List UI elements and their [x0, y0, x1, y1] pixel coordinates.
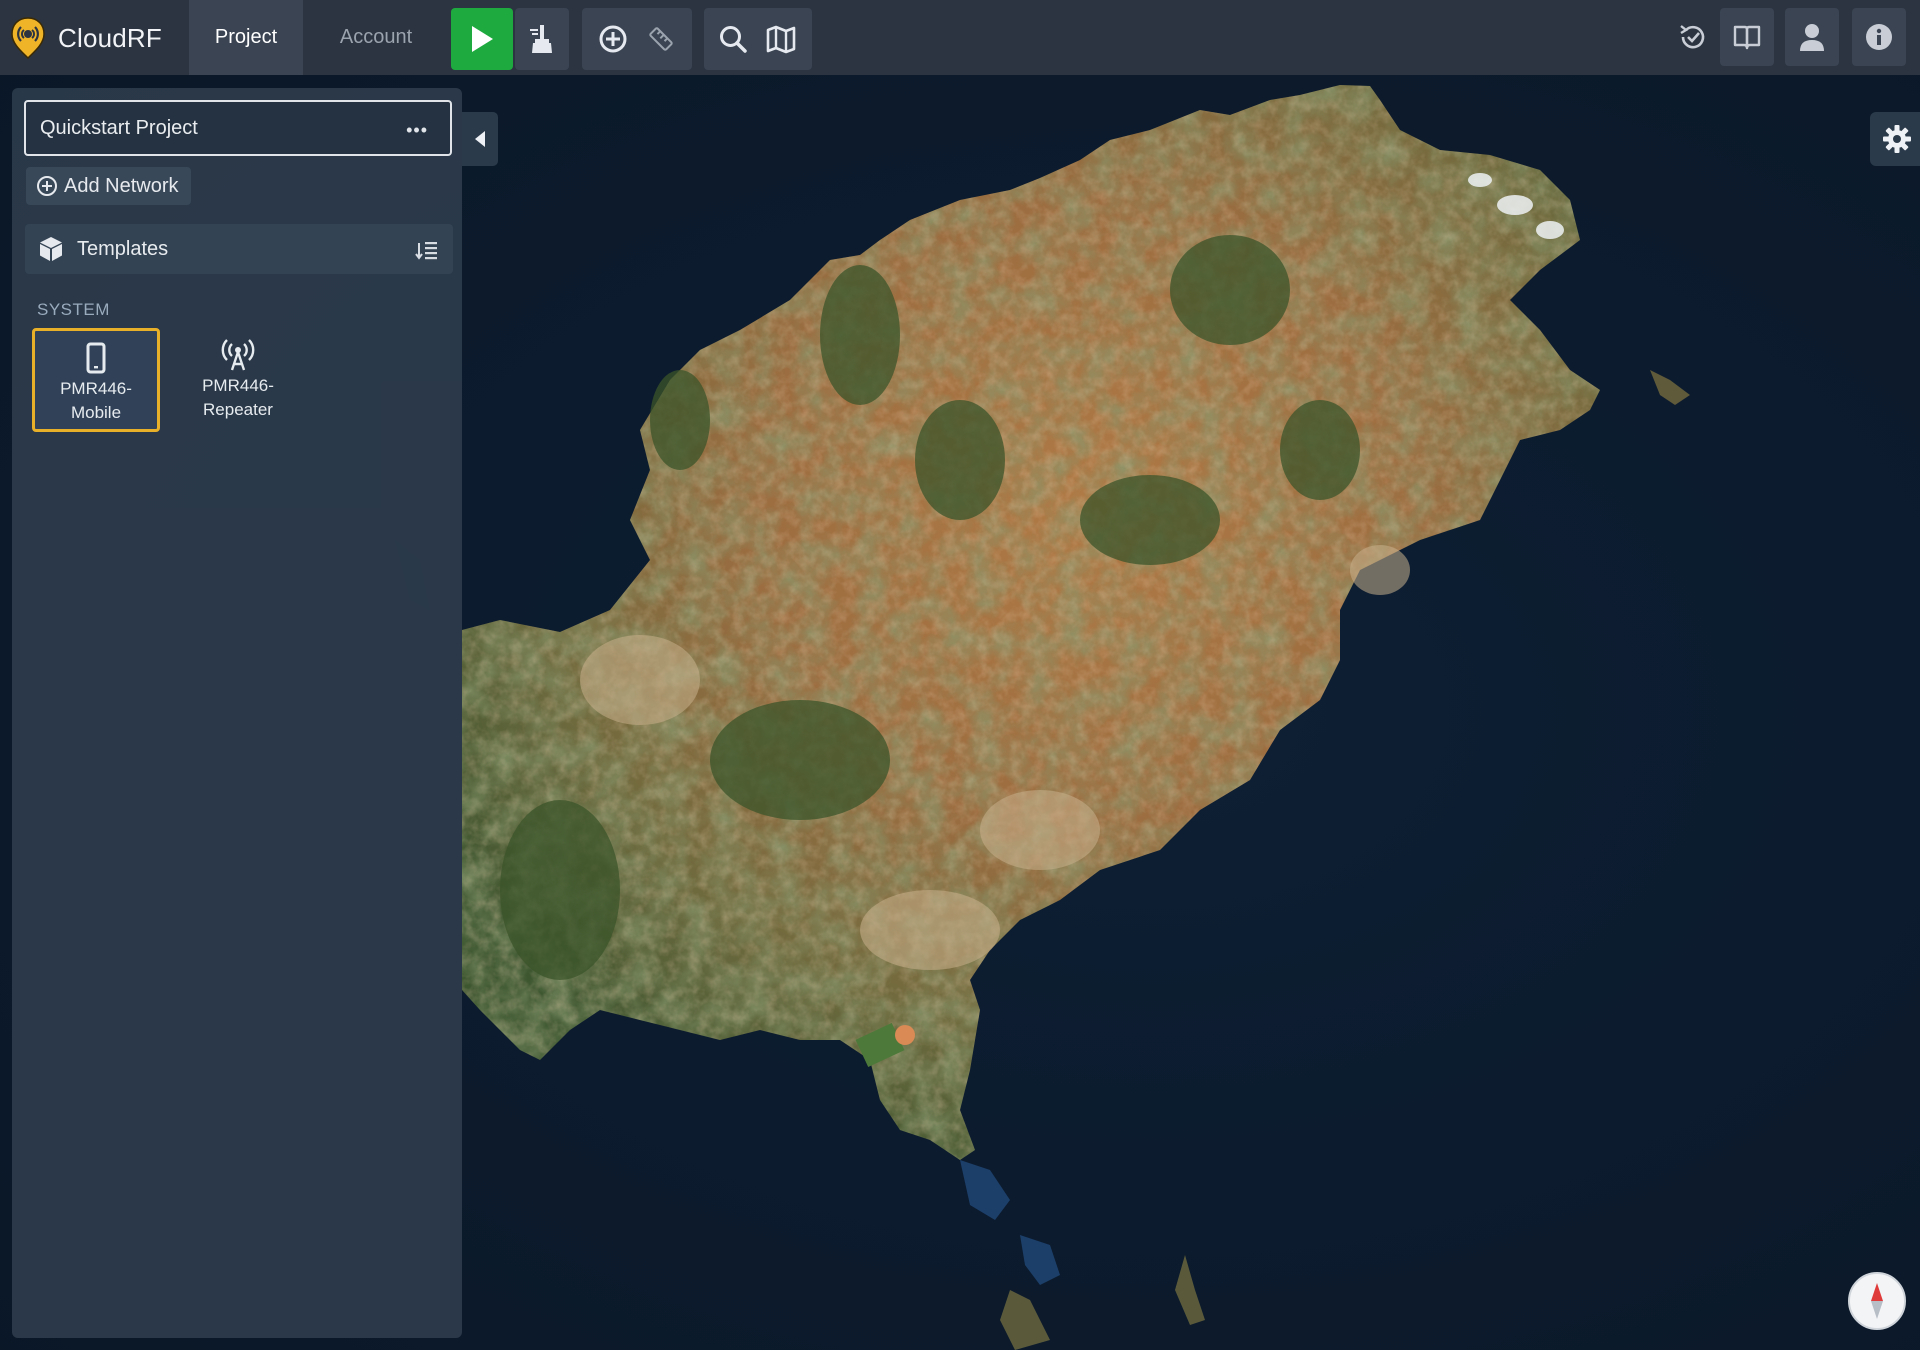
cloudrf-logo-icon — [11, 17, 45, 60]
play-icon — [472, 26, 493, 52]
tab-account[interactable]: Account — [305, 0, 447, 75]
map-layers-button[interactable] — [758, 8, 804, 70]
template-label: PMR446-Repeater — [202, 376, 274, 419]
top-toolbar: CloudRF Project Account — [0, 0, 1920, 75]
search-icon — [720, 26, 747, 53]
history-icon — [1680, 25, 1705, 49]
add-measure-group — [582, 8, 692, 70]
gear-icon — [1883, 125, 1911, 153]
ellipsis-icon[interactable]: ••• — [406, 120, 428, 141]
broadcast-tower-icon — [221, 339, 255, 371]
tab-account-label: Account — [339, 26, 413, 48]
tab-project-label: Project — [214, 26, 278, 48]
run-button[interactable] — [451, 8, 513, 70]
add-site-button[interactable] — [590, 8, 636, 70]
docs-button[interactable] — [1720, 8, 1774, 66]
app-name: CloudRF — [58, 22, 162, 53]
tab-project[interactable]: Project — [189, 0, 303, 75]
brand[interactable]: CloudRF — [10, 17, 162, 60]
templates-label: Templates — [77, 237, 169, 260]
compass-icon — [1871, 1283, 1883, 1319]
info-icon — [1866, 24, 1892, 50]
template-pmr446-repeater[interactable]: PMR446-Repeater — [174, 328, 302, 432]
clear-button[interactable] — [515, 8, 569, 70]
add-network-button[interactable]: Add Network — [26, 167, 191, 205]
project-title: Quickstart Project — [40, 116, 198, 139]
info-button[interactable] — [1852, 8, 1906, 66]
sort-icon[interactable] — [415, 239, 439, 261]
caret-left-icon — [475, 131, 485, 147]
measure-button[interactable] — [638, 8, 684, 70]
mobile-phone-icon — [86, 342, 106, 374]
plus-circle-icon — [599, 25, 627, 53]
user-account-button[interactable] — [1785, 8, 1839, 66]
section-label-system: SYSTEM — [37, 300, 110, 319]
template-label: PMR446-Mobile — [60, 379, 132, 422]
broom-icon — [530, 25, 552, 53]
search-map-group — [704, 8, 812, 70]
add-network-label: Add Network — [64, 174, 179, 197]
collapse-sidebar-button[interactable] — [462, 112, 498, 166]
search-button[interactable] — [710, 8, 756, 70]
template-pmr446-mobile[interactable]: PMR446-Mobile — [32, 328, 160, 432]
map-icon — [766, 25, 796, 54]
map-settings-button[interactable] — [1870, 112, 1920, 166]
ruler-icon — [649, 27, 673, 51]
cube-icon — [40, 237, 62, 261]
history-button[interactable] — [1666, 8, 1720, 66]
user-icon — [1800, 24, 1824, 51]
project-sidebar: Quickstart Project ••• Add Network Templ… — [12, 88, 462, 1338]
templates-header[interactable]: Templates — [25, 224, 453, 274]
project-name-field[interactable]: Quickstart Project ••• — [24, 100, 452, 156]
book-icon — [1733, 25, 1761, 50]
compass-button[interactable] — [1848, 1272, 1906, 1330]
plus-circle-icon — [37, 176, 57, 196]
